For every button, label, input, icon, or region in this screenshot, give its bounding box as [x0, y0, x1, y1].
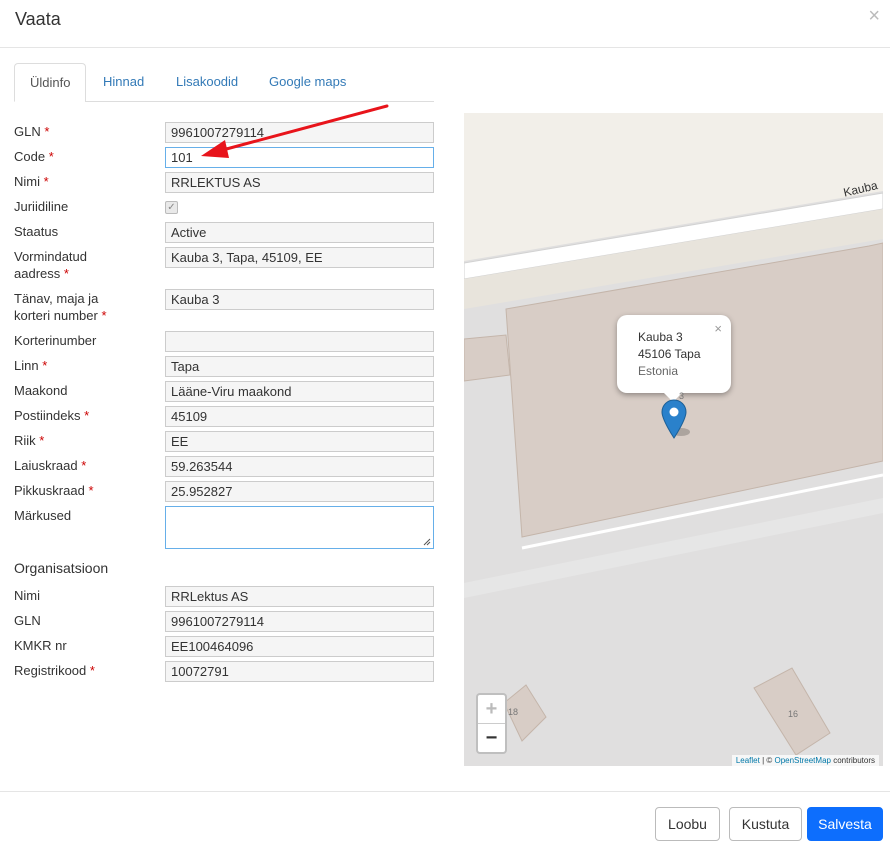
delete-button[interactable]: Kustuta — [729, 807, 802, 841]
vormindatud-aadress-label: Vormindatud aadress * — [14, 249, 87, 281]
map-marker-icon[interactable] — [661, 398, 691, 440]
tab-hinnad[interactable]: Hinnad — [88, 63, 159, 102]
riik-label: Riik * — [14, 433, 45, 448]
juriidiline-checkbox[interactable]: ✓ — [165, 201, 178, 214]
resize-grip-icon[interactable] — [423, 538, 431, 546]
zoom-control: + − — [476, 693, 507, 754]
save-button[interactable]: Salvesta — [807, 807, 883, 841]
tanav-field[interactable]: Kauba 3 — [165, 289, 434, 310]
org-gln-field[interactable]: 9961007279114 — [165, 611, 434, 632]
korterinumber-field[interactable] — [165, 331, 434, 352]
popup-close-icon[interactable]: × — [714, 320, 722, 337]
modal-title: Vaata — [15, 9, 61, 29]
house-number-16: 16 — [788, 709, 799, 719]
leaflet-link[interactable]: Leaflet — [736, 756, 760, 765]
vormindatud-aadress-field[interactable]: Kauba 3, Tapa, 45109, EE — [165, 247, 434, 268]
tanav-label: Tänav, maja ja korteri number * — [14, 291, 107, 323]
pikkuskraad-label: Pikkuskraad * — [14, 483, 94, 498]
org-gln-label: GLN — [14, 613, 41, 628]
zoom-out-button[interactable]: − — [478, 724, 505, 753]
pikkuskraad-field[interactable]: 25.952827 — [165, 481, 434, 502]
linn-label: Linn * — [14, 358, 48, 373]
tab-bar: Üldinfo Hinnad Lisakoodid Google maps — [14, 63, 434, 102]
riik-field[interactable]: EE — [165, 431, 434, 452]
annotation-arrow — [201, 104, 389, 158]
map-attribution: Leaflet | © OpenStreetMap contributors — [731, 755, 879, 766]
tab-google-maps[interactable]: Google maps — [254, 63, 361, 102]
gln-label: GLN * — [14, 124, 50, 139]
popup-country: Estonia — [638, 364, 679, 378]
map-view[interactable]: Kauba 18 16 × Kauba 3 45106 Tapa Estonia… — [464, 113, 883, 766]
attribution-separator: | © — [759, 756, 775, 765]
popup-postal: 45106 Tapa — [638, 347, 701, 361]
org-kmkr-field[interactable]: EE100464096 — [165, 636, 434, 657]
osm-link[interactable]: OpenStreetMap — [774, 756, 830, 765]
markused-label: Märkused — [14, 508, 72, 523]
postiindeks-label: Postiindeks * — [14, 408, 90, 423]
org-registrikood-field[interactable]: 10072791 — [165, 661, 434, 682]
code-label: Code * — [14, 149, 54, 164]
organisation-title: Organisatsioon — [14, 560, 109, 576]
close-icon[interactable]: × — [868, 6, 880, 26]
staatus-field[interactable]: Active — [165, 222, 434, 243]
maakond-label: Maakond — [14, 383, 68, 398]
linn-field[interactable]: Tapa — [165, 356, 434, 377]
tab-uldinfo[interactable]: Üldinfo — [14, 63, 87, 102]
org-kmkr-label: KMKR nr — [14, 638, 67, 653]
laiuskraad-field[interactable]: 59.263544 — [165, 456, 434, 477]
zoom-in-button[interactable]: + — [478, 695, 505, 724]
nimi-label: Nimi * — [14, 174, 49, 189]
laiuskraad-label: Laiuskraad * — [14, 458, 87, 473]
staatus-label: Staatus — [14, 224, 59, 239]
house-number-18: 18 — [508, 707, 519, 717]
attribution-suffix: contributors — [830, 756, 875, 765]
markused-textarea[interactable] — [165, 506, 434, 549]
tab-lisakoodid[interactable]: Lisakoodid — [161, 63, 253, 102]
maakond-field[interactable]: Lääne-Viru maakond — [165, 381, 434, 402]
cancel-button[interactable]: Loobu — [655, 807, 720, 841]
nimi-field[interactable]: RRLEKTUS AS — [165, 172, 434, 193]
korterinumber-label: Korterinumber — [14, 333, 97, 348]
juriidiline-label: Juriidiline — [14, 199, 69, 214]
modal-header: Vaata × — [0, 0, 890, 48]
org-registrikood-label: Registrikood * — [14, 663, 95, 678]
map-popup: × Kauba 3 45106 Tapa Estonia — [617, 315, 731, 393]
org-nimi-field[interactable]: RRLektus AS — [165, 586, 434, 607]
org-nimi-label: Nimi — [14, 588, 40, 603]
postiindeks-field[interactable]: 45109 — [165, 406, 434, 427]
